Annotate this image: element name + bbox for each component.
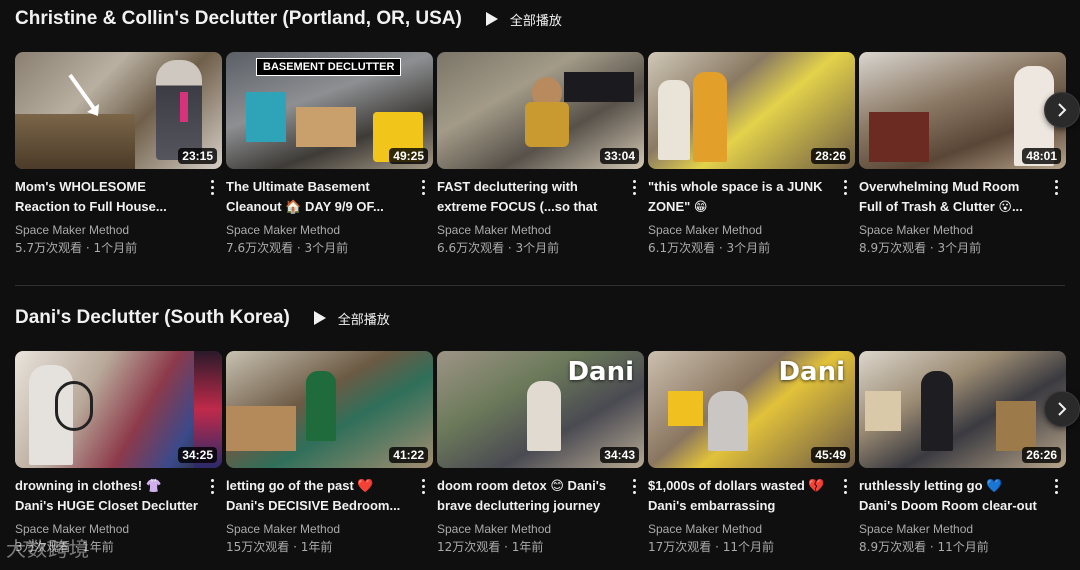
video-card[interactable]: Dani 34:43 doom room detox 😊 Dani's brav… (437, 351, 644, 556)
channel-name[interactable]: Space Maker Method (226, 221, 409, 239)
video-thumbnail[interactable]: 28:26 (648, 52, 855, 169)
more-options-icon[interactable] (628, 476, 640, 496)
video-thumbnail[interactable]: BASEMENT DECLUTTER 49:25 (226, 52, 433, 169)
video-card[interactable]: 34:25 drowning in clothes! 👚 Dani's HUGE… (15, 351, 222, 556)
video-title[interactable]: doom room detox 😊 Dani's brave declutter… (437, 476, 620, 516)
video-title[interactable]: ruthlessly letting go 💙 Dani's Doom Room… (859, 476, 1042, 516)
more-options-icon[interactable] (628, 177, 640, 197)
video-duration: 45:49 (811, 447, 850, 463)
channel-name[interactable]: Space Maker Method (437, 520, 620, 538)
video-stats: 8.9万次观看 · 11个月前 (859, 540, 989, 554)
video-title[interactable]: $1,000s of dollars wasted 💔 Dani's embar… (648, 476, 831, 516)
more-options-icon[interactable] (839, 177, 851, 197)
thumbnail-overlay-text: Dani (567, 357, 634, 387)
more-options-icon[interactable] (1050, 476, 1062, 496)
more-options-icon[interactable] (417, 177, 429, 197)
arrow-icon (68, 73, 99, 116)
video-card[interactable]: 23:15 Mom's WHOLESOME Reaction to Full H… (15, 52, 222, 257)
more-options-icon[interactable] (839, 476, 851, 496)
video-row: 34:25 drowning in clothes! 👚 Dani's HUGE… (15, 351, 1066, 556)
video-thumbnail[interactable]: 33:04 (437, 52, 644, 169)
video-meta: Overwhelming Mud Room Full of Trash & Cl… (859, 169, 1066, 257)
video-meta: ruthlessly letting go 💙 Dani's Doom Room… (859, 468, 1066, 556)
video-thumbnail[interactable]: 48:01 (859, 52, 1066, 169)
shelf-header: Dani's Declutter (South Korea) 全部播放 (15, 305, 390, 331)
video-title[interactable]: letting go of the past ❤️ Dani's DECISIV… (226, 476, 409, 516)
video-stats: 15万次观看 · 1年前 (226, 540, 333, 554)
channel-name[interactable]: Space Maker Method (226, 520, 409, 538)
chevron-right-icon (1058, 402, 1067, 416)
video-duration: 48:01 (1022, 148, 1061, 164)
shelf-divider (15, 285, 1065, 286)
next-arrow-button[interactable] (1044, 391, 1080, 427)
play-all-label: 全部播放 (509, 13, 562, 29)
channel-name[interactable]: Space Maker Method (648, 221, 831, 239)
video-title[interactable]: Overwhelming Mud Room Full of Trash & Cl… (859, 177, 1042, 217)
more-options-icon[interactable] (206, 476, 218, 496)
channel-name[interactable]: Space Maker Method (859, 520, 1042, 538)
shelf-header: Christine & Collin's Declutter (Portland… (15, 6, 562, 32)
play-icon (313, 311, 326, 325)
video-meta: doom room detox 😊 Dani's brave declutter… (437, 468, 644, 556)
video-stats: 6.6万次观看 · 3个月前 (437, 241, 560, 255)
video-duration: 33:04 (600, 148, 639, 164)
video-stats: 8.9万次观看 · 3个月前 (859, 241, 982, 255)
thumbnail-overlay-text: Dani (778, 357, 845, 387)
video-stats: 17万次观看 · 11个月前 (648, 540, 774, 554)
video-card[interactable]: 28:26 "this whole space is a JUNK ZONE" … (648, 52, 855, 257)
video-thumbnail[interactable]: 23:15 (15, 52, 222, 169)
video-duration: 34:43 (600, 447, 639, 463)
more-options-icon[interactable] (417, 476, 429, 496)
more-options-icon[interactable] (206, 177, 218, 197)
video-stats: 7.6万次观看 · 3个月前 (226, 241, 349, 255)
more-options-icon[interactable] (1050, 177, 1062, 197)
video-title[interactable]: The Ultimate Basement Cleanout 🏠 DAY 9/9… (226, 177, 409, 217)
video-title[interactable]: FAST decluttering with extreme FOCUS (..… (437, 177, 620, 217)
video-thumbnail[interactable]: Dani 45:49 (648, 351, 855, 468)
video-title[interactable]: drowning in clothes! 👚 Dani's HUGE Close… (15, 476, 198, 516)
video-meta: "this whole space is a JUNK ZONE" 😁 Spac… (648, 169, 855, 257)
video-duration: 23:15 (178, 148, 217, 164)
video-meta: The Ultimate Basement Cleanout 🏠 DAY 9/9… (226, 169, 433, 257)
video-duration: 49:25 (389, 148, 428, 164)
video-thumbnail[interactable]: 41:22 (226, 351, 433, 468)
video-duration: 26:26 (1022, 447, 1061, 463)
video-card[interactable]: 41:22 letting go of the past ❤️ Dani's D… (226, 351, 433, 556)
play-icon (485, 12, 498, 26)
video-stats: 12万次观看 · 1年前 (437, 540, 544, 554)
video-card[interactable]: 26:26 ruthlessly letting go 💙 Dani's Doo… (859, 351, 1066, 556)
video-meta: Mom's WHOLESOME Reaction to Full House..… (15, 169, 222, 257)
video-card[interactable]: 48:01 Overwhelming Mud Room Full of Tras… (859, 52, 1066, 257)
video-stats: 5.7万次观看 · 1个月前 (15, 241, 138, 255)
video-meta: FAST decluttering with extreme FOCUS (..… (437, 169, 644, 257)
video-duration: 28:26 (811, 148, 850, 164)
channel-name[interactable]: Space Maker Method (15, 221, 198, 239)
channel-name[interactable]: Space Maker Method (859, 221, 1042, 239)
video-duration: 41:22 (389, 447, 428, 463)
video-card[interactable]: BASEMENT DECLUTTER 49:25 The Ultimate Ba… (226, 52, 433, 257)
video-duration: 34:25 (178, 447, 217, 463)
play-all-button[interactable]: 全部播放 (485, 10, 562, 29)
video-card[interactable]: 33:04 FAST decluttering with extreme FOC… (437, 52, 644, 257)
video-card[interactable]: Dani 45:49 $1,000s of dollars wasted 💔 D… (648, 351, 855, 556)
shelf-title[interactable]: Christine & Collin's Declutter (Portland… (15, 8, 462, 30)
video-title[interactable]: Mom's WHOLESOME Reaction to Full House..… (15, 177, 198, 217)
video-meta: $1,000s of dollars wasted 💔 Dani's embar… (648, 468, 855, 556)
video-thumbnail[interactable]: 26:26 (859, 351, 1066, 468)
video-thumbnail[interactable]: 34:25 (15, 351, 222, 468)
video-row: 23:15 Mom's WHOLESOME Reaction to Full H… (15, 52, 1066, 257)
watermark: 大数跨境 (6, 537, 90, 561)
video-meta: letting go of the past ❤️ Dani's DECISIV… (226, 468, 433, 556)
video-title[interactable]: "this whole space is a JUNK ZONE" 😁 (648, 177, 831, 217)
chevron-right-icon (1058, 103, 1067, 117)
shelf-title[interactable]: Dani's Declutter (South Korea) (15, 307, 290, 329)
play-all-label: 全部播放 (337, 312, 390, 328)
video-stats: 6.1万次观看 · 3个月前 (648, 241, 771, 255)
channel-name[interactable]: Space Maker Method (437, 221, 620, 239)
play-all-button[interactable]: 全部播放 (313, 309, 390, 328)
thumbnail-banner: BASEMENT DECLUTTER (256, 58, 402, 76)
next-arrow-button[interactable] (1044, 92, 1080, 128)
video-thumbnail[interactable]: Dani 34:43 (437, 351, 644, 468)
channel-name[interactable]: Space Maker Method (648, 520, 831, 538)
